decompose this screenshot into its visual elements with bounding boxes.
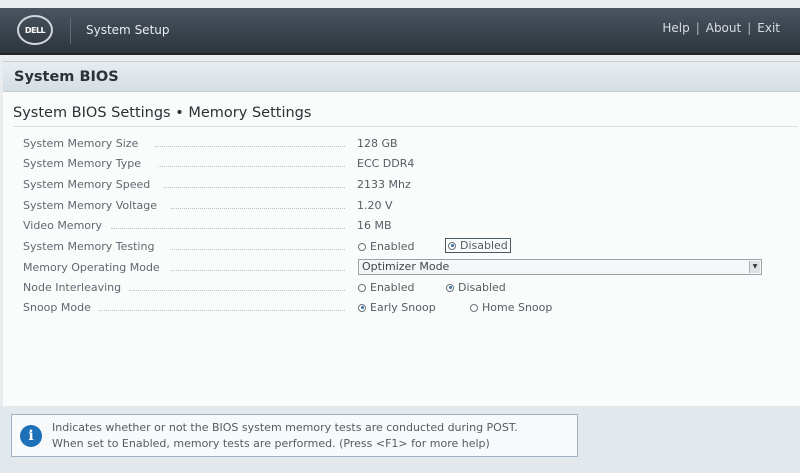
radio-off-icon bbox=[358, 283, 366, 292]
leader-dots bbox=[99, 310, 345, 311]
setting-label: System Memory Testing bbox=[23, 240, 155, 253]
radio-on-icon bbox=[448, 241, 456, 250]
help-text: Indicates whether or not the BIOS system… bbox=[52, 420, 518, 452]
row-operating-mode: Memory Operating Mode Optimizer Mode ▼ bbox=[3, 259, 800, 277]
top-bar: DELL System Setup Help | About | Exit bbox=[0, 8, 800, 55]
setting-label: Memory Operating Mode bbox=[23, 261, 160, 274]
setting-label: Snoop Mode bbox=[23, 301, 91, 314]
operating-mode-select[interactable]: Optimizer Mode ▼ bbox=[358, 259, 762, 275]
leader-dots bbox=[111, 228, 345, 229]
select-value: Optimizer Mode bbox=[362, 260, 450, 273]
setting-label: System Memory Size bbox=[23, 137, 139, 150]
help-line-1: Indicates whether or not the BIOS system… bbox=[52, 421, 518, 434]
panel-title: System BIOS bbox=[14, 69, 119, 85]
radio-label: Home Snoop bbox=[482, 301, 553, 314]
leader-dots bbox=[164, 187, 345, 188]
setting-value: ECC DDR4 bbox=[357, 157, 415, 170]
about-link[interactable]: About bbox=[706, 21, 741, 35]
help-link[interactable]: Help bbox=[662, 21, 689, 35]
row-video-memory: Video Memory 16 MB bbox=[3, 217, 800, 235]
radio-label: Enabled bbox=[370, 240, 415, 253]
node-interleaving-enabled-radio[interactable]: Enabled bbox=[358, 281, 414, 294]
setting-label: System Memory Speed bbox=[23, 178, 151, 191]
exit-link[interactable]: Exit bbox=[757, 21, 780, 35]
memory-testing-disabled-radio[interactable]: Disabled bbox=[445, 238, 511, 253]
snoop-mode-early-radio[interactable]: Early Snoop bbox=[358, 301, 436, 314]
link-separator: | bbox=[695, 21, 700, 35]
app-title: System Setup bbox=[86, 23, 170, 37]
help-bar: i Indicates whether or not the BIOS syst… bbox=[0, 406, 800, 473]
row-snoop-mode: Snoop Mode Early Snoop Home Snoop bbox=[3, 299, 800, 317]
leader-dots bbox=[158, 166, 345, 167]
radio-off-icon bbox=[470, 303, 478, 312]
row-memory-voltage: System Memory Voltage 1.20 V bbox=[3, 197, 800, 215]
link-separator: | bbox=[747, 21, 752, 35]
leader-dots bbox=[171, 208, 345, 209]
radio-label: Early Snoop bbox=[370, 301, 436, 314]
settings-panel: System BIOS System BIOS Settings • Memor… bbox=[3, 61, 800, 407]
help-line-2: When set to Enabled, memory tests are pe… bbox=[52, 437, 490, 450]
setting-label: Node Interleaving bbox=[23, 281, 122, 294]
radio-label: Disabled bbox=[458, 281, 506, 294]
node-interleaving-disabled-radio[interactable]: Disabled bbox=[446, 281, 506, 294]
setting-value: 2133 Mhz bbox=[357, 178, 411, 191]
setting-value: 16 MB bbox=[357, 219, 392, 232]
header-links: Help | About | Exit bbox=[662, 21, 780, 35]
radio-label: Enabled bbox=[370, 281, 415, 294]
header-divider bbox=[70, 18, 71, 44]
snoop-mode-home-radio[interactable]: Home Snoop bbox=[470, 301, 552, 314]
leader-dots bbox=[171, 270, 345, 271]
leader-dots bbox=[170, 249, 345, 250]
radio-on-icon bbox=[358, 303, 366, 312]
setting-label: System Memory Type bbox=[23, 157, 142, 170]
row-node-interleaving: Node Interleaving Enabled Disabled bbox=[3, 279, 800, 297]
setting-value: 1.20 V bbox=[357, 199, 393, 212]
radio-label: Disabled bbox=[460, 239, 508, 252]
setting-value: 128 GB bbox=[357, 137, 398, 150]
radio-on-icon bbox=[446, 283, 454, 292]
setting-label: System Memory Voltage bbox=[23, 199, 158, 212]
panel-header: System BIOS bbox=[3, 62, 800, 92]
dropdown-arrow-icon[interactable]: ▼ bbox=[749, 261, 760, 273]
info-icon: i bbox=[20, 425, 42, 447]
setting-label: Video Memory bbox=[23, 219, 103, 232]
page-title: System BIOS Settings • Memory Settings bbox=[13, 105, 312, 121]
leader-dots bbox=[155, 146, 345, 147]
memory-testing-enabled-radio[interactable]: Enabled bbox=[358, 240, 414, 253]
help-box: i Indicates whether or not the BIOS syst… bbox=[11, 414, 578, 457]
dell-logo: DELL bbox=[17, 15, 53, 45]
leader-dots bbox=[129, 290, 345, 291]
row-memory-testing: System Memory Testing Enabled Disabled bbox=[3, 238, 800, 256]
row-memory-size: System Memory Size 128 GB bbox=[3, 135, 800, 153]
row-memory-type: System Memory Type ECC DDR4 bbox=[3, 155, 800, 173]
row-memory-speed: System Memory Speed 2133 Mhz bbox=[3, 176, 800, 194]
radio-off-icon bbox=[358, 242, 366, 251]
title-divider bbox=[13, 126, 798, 127]
